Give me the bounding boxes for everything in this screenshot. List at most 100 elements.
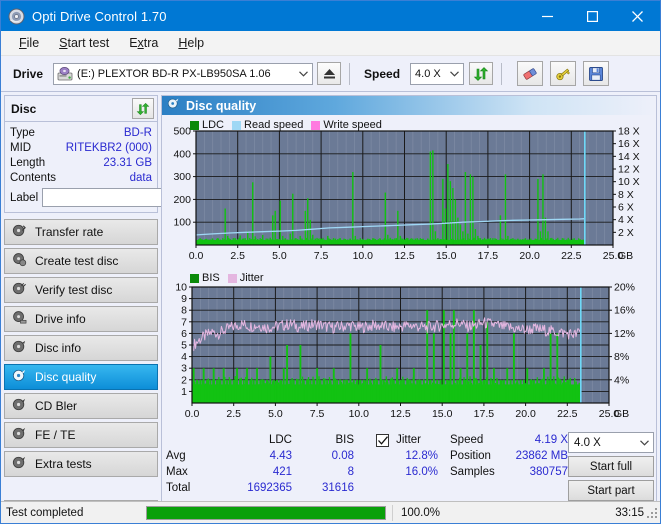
disc-row-length-key: Length: [10, 157, 45, 169]
disc-quality-panel: Disc quality LDCRead speedWrite speed 10…: [161, 95, 657, 524]
disc-bler-icon: [12, 397, 27, 415]
refresh-icon: [473, 66, 489, 82]
sidebar-item-create-test-disc[interactable]: Create test disc: [4, 248, 158, 274]
menu-start-test-label: tart test: [68, 36, 110, 50]
sidebar-item-fe-te[interactable]: FE / TE: [4, 422, 158, 448]
speed-select[interactable]: 4.0 X: [410, 63, 464, 85]
stats-row-label: Avg: [166, 448, 224, 464]
sidebar-item-disc-info[interactable]: Disc info: [4, 335, 158, 361]
stats-row-max: Max 421 8: [166, 464, 376, 480]
jitter-column: Jitter 12.8% 16.0%: [376, 432, 450, 501]
svg-text:10 X: 10 X: [618, 176, 640, 188]
progress-percent: 100.0%: [392, 505, 502, 521]
menu-file[interactable]: File: [9, 34, 49, 52]
disc-panel: Disc Type BD-R MID RITE: [4, 95, 158, 213]
sidebar-item-verify-test-disc[interactable]: Verify test disc: [4, 277, 158, 303]
sidebar-item-disc-quality[interactable]: Disc quality: [4, 364, 158, 390]
svg-text:7.5: 7.5: [314, 250, 329, 262]
resize-grip[interactable]: [647, 508, 659, 520]
status-bar: Test completed 100.0% 33:15: [1, 501, 661, 523]
svg-text:20.0: 20.0: [519, 250, 540, 262]
close-button[interactable]: [615, 1, 660, 31]
sidebar-item-label: Drive info: [35, 312, 86, 326]
save-button[interactable]: [583, 61, 609, 86]
menu-extra[interactable]: Extra: [119, 34, 168, 52]
menu-start-test[interactable]: Start test: [49, 34, 119, 52]
legend-swatch-icon: [190, 274, 199, 283]
refresh-button[interactable]: [469, 62, 493, 85]
svg-text:20%: 20%: [614, 282, 635, 294]
disc-row-contents: Contents data: [10, 170, 152, 185]
jitter-checkbox[interactable]: [376, 434, 389, 447]
legend-label: Jitter: [240, 272, 264, 284]
stats-avg-bis: 0.08: [292, 448, 354, 464]
stats-max-jitter: 16.0%: [405, 466, 438, 478]
svg-text:10.0: 10.0: [349, 408, 370, 420]
samples-value: 380757: [506, 464, 568, 480]
disc-quality-icon: [167, 97, 180, 115]
sidebar-item-cd-bler[interactable]: CD Bler: [4, 393, 158, 419]
eject-button[interactable]: [317, 62, 341, 85]
maximize-button[interactable]: [570, 1, 615, 31]
disc-quality-icon: [12, 368, 27, 386]
chart-top-svg: 1002003004005002 X4 X6 X8 X10 X12 X14 X1…: [164, 117, 653, 264]
sidebar-item-label: Disc quality: [35, 370, 96, 384]
svg-text:9: 9: [181, 293, 187, 305]
stats-header-row: LDC BIS: [166, 432, 376, 448]
stats-max-ldc: 421: [224, 464, 292, 480]
jitter-header: Jitter: [376, 432, 450, 448]
chevron-down-icon[interactable]: [294, 71, 312, 77]
drive-toolbar: Drive (E:) PLEXTOR BD-R PX-LB950SA 1.06 …: [1, 56, 660, 92]
disc-row-mid-value: RITEKBR2 (000): [66, 142, 152, 154]
menu-help[interactable]: Help: [168, 34, 214, 52]
menu-bar: File Start test Extra Help: [1, 31, 660, 56]
legend-label: Write speed: [323, 119, 382, 131]
chevron-down-icon[interactable]: [635, 440, 653, 446]
sidebar-nav: Transfer rate Create test disc Verify te…: [4, 219, 158, 477]
menu-file-label: ile: [27, 36, 40, 50]
samples-row: Samples 380757: [450, 464, 568, 480]
disc-refresh-button[interactable]: [132, 98, 154, 119]
menu-extra-label: tra: [144, 36, 159, 50]
sidebar-item-transfer-rate[interactable]: Transfer rate: [4, 219, 158, 245]
progress-fill: [147, 507, 385, 519]
sidebar-item-drive-info[interactable]: Drive info: [4, 306, 158, 332]
legend-entry: Write speed: [311, 119, 382, 131]
disc-fete-icon: [12, 426, 27, 444]
svg-text:7.5: 7.5: [310, 408, 325, 420]
chart-bis-jitter: BISJitter 123456789104%8%12%16%20%0.02.5…: [164, 271, 654, 428]
drive-select[interactable]: (E:) PLEXTOR BD-R PX-LB950SA 1.06: [53, 63, 313, 85]
position-value: 23862 MB: [506, 448, 568, 464]
samples-label: Samples: [450, 464, 506, 480]
sidebar-item-label: Create test disc: [35, 254, 118, 268]
minimize-button[interactable]: [525, 1, 570, 31]
svg-text:5: 5: [181, 340, 187, 352]
erase-button[interactable]: [517, 61, 543, 86]
stats-avg-ldc: 4.43: [224, 448, 292, 464]
start-part-button[interactable]: Start part: [568, 480, 654, 501]
stats-row-total: Total 1692365 31616: [166, 480, 376, 496]
speed-row: Speed 4.19 X: [450, 432, 568, 448]
chart-top-legend: LDCRead speedWrite speed: [190, 119, 386, 131]
sidebar-item-extra-tests[interactable]: Extra tests: [4, 451, 158, 477]
svg-text:4%: 4%: [614, 374, 629, 386]
stats-row-label: Max: [166, 464, 224, 480]
svg-text:6 X: 6 X: [618, 202, 634, 214]
chart-bottom-legend: BISJitter: [190, 272, 268, 284]
svg-text:200: 200: [173, 194, 191, 206]
disc-rate-icon: [12, 223, 27, 241]
jitter-avg-row: 12.8%: [376, 448, 450, 464]
disc-label-row: Label: [10, 187, 152, 208]
svg-text:14 X: 14 X: [618, 151, 640, 163]
test-speed-select[interactable]: 4.0 X: [568, 432, 654, 453]
svg-text:8 X: 8 X: [618, 189, 634, 201]
stats-avg-jitter: 12.8%: [405, 450, 438, 462]
keys-button[interactable]: [550, 61, 576, 86]
stats-row-avg: Avg 4.43 0.08: [166, 448, 376, 464]
sidebar-item-label: Verify test disc: [35, 283, 112, 297]
start-full-button[interactable]: Start full: [568, 456, 654, 477]
svg-text:8: 8: [181, 305, 187, 317]
disc-info-icon: [12, 339, 27, 357]
sidebar-spacer: [4, 477, 158, 496]
chevron-down-icon[interactable]: [445, 71, 463, 77]
